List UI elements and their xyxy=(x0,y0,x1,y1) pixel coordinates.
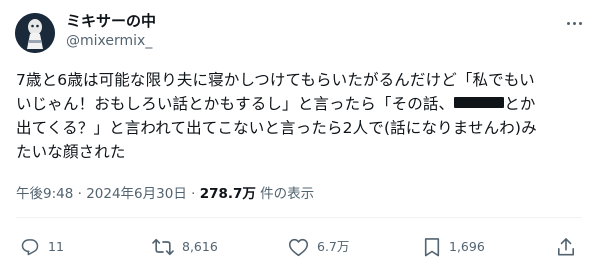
timestamp[interactable]: 午後9:48 · 2024年6月30日 · xyxy=(16,186,200,202)
repost-count: 8,616 xyxy=(182,239,218,254)
redacted-word xyxy=(454,97,505,108)
reply-button[interactable]: 11 xyxy=(20,233,64,261)
post-text-line: 7歳と6歳は可能な限り夫に寝かしつけてもらいたがるんだけど「私でもい xyxy=(16,71,535,89)
like-button[interactable]: 6.7万 xyxy=(288,233,349,261)
reply-icon xyxy=(21,239,39,256)
share-button[interactable] xyxy=(557,233,575,261)
author-handle[interactable]: @mixermix_ xyxy=(66,32,152,50)
post-text-segment: いじゃん！おもしろい話とかもするし」と言ったら「その話、 xyxy=(16,95,455,113)
post-text: 7歳と6歳は可能な限り夫に寝かしつけてもらいたがるんだけど「私でもい いじゃん！… xyxy=(16,68,582,164)
bookmark-button[interactable]: 1,696 xyxy=(423,233,485,261)
share-icon xyxy=(557,238,575,256)
heart-icon xyxy=(288,238,309,257)
post-text-segment: とか xyxy=(504,95,536,113)
post-meta: 午後9:48 · 2024年6月30日 · 278.7万 件の表示 xyxy=(16,184,314,204)
bookmark-icon xyxy=(424,238,440,257)
bookmark-count: 1,696 xyxy=(449,239,485,254)
divider xyxy=(16,217,582,218)
repost-icon xyxy=(152,238,174,256)
avatar[interactable] xyxy=(15,13,55,53)
views-label: 件の表示 xyxy=(255,186,315,202)
repost-button[interactable]: 8,616 xyxy=(152,233,218,261)
views-count: 278.7万 xyxy=(199,186,256,202)
post-text-line: 出てくる？」と言われて出てこないと言ったら2人で(話になりませんわ)み xyxy=(16,119,537,137)
action-bar: 11 8,616 6.7万 1,696 xyxy=(0,233,598,261)
like-count: 6.7万 xyxy=(317,239,350,254)
more-icon[interactable] xyxy=(562,13,586,33)
author-display-name[interactable]: ミキサーの中 xyxy=(66,11,156,31)
post-text-line: いじゃん！おもしろい話とかもするし」と言ったら「その話、 とか xyxy=(16,92,582,116)
post-card: ミキサーの中 @mixermix_ 7歳と6歳は可能な限り夫に寝かしつけてもらい… xyxy=(0,0,598,270)
post-text-line: たいな顔された xyxy=(16,143,126,161)
reply-count: 11 xyxy=(48,239,64,254)
